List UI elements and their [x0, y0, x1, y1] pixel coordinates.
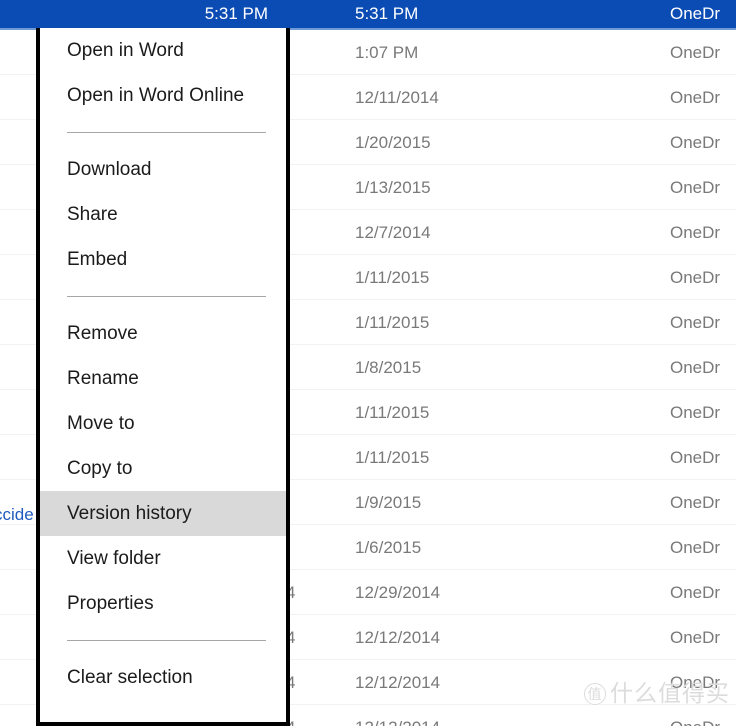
cell-shared-date: 12/7/2014 — [355, 223, 431, 242]
watermark: 值什么值得买 — [584, 674, 730, 708]
menu-item-open-in-word[interactable]: Open in Word — [40, 28, 286, 73]
cell-shared-date: 1:07 PM — [355, 43, 419, 62]
cell-shared-date: 1/11/2015 — [355, 313, 430, 332]
menu-item-remove[interactable]: Remove — [40, 311, 286, 356]
cell-source: OneDr — [670, 133, 721, 152]
menu-item-clear-selection[interactable]: Clear selection — [40, 655, 286, 700]
list-header-row: 5:31 PM 5:31 PM OneDr — [0, 0, 736, 28]
cell-source: OneDr — [670, 43, 721, 62]
menu-spacer — [40, 282, 286, 296]
file-name-link[interactable]: ccide — [0, 505, 34, 525]
menu-item-properties[interactable]: Properties — [40, 581, 286, 626]
cell-shared-date: 1/11/2015 — [355, 403, 430, 422]
watermark-logo-icon: 值 — [584, 683, 606, 705]
menu-item-embed[interactable]: Embed — [40, 237, 286, 282]
cell-shared-date: 12/12/2014 — [355, 673, 441, 692]
cell-source: OneDr — [670, 583, 721, 602]
menu-item-open-in-word-online[interactable]: Open in Word Online — [40, 73, 286, 118]
watermark-text: 什么值得买 — [610, 680, 730, 706]
column-header-shared-time[interactable]: 5:31 PM — [355, 0, 418, 28]
cell-shared-date: 1/20/2015 — [355, 133, 431, 152]
menu-spacer — [40, 118, 286, 132]
cell-shared-date: 12/29/2014 — [355, 583, 441, 602]
cell-source: OneDr — [670, 88, 721, 107]
menu-spacer — [40, 133, 286, 147]
cell-source: OneDr — [670, 313, 721, 332]
cell-source: OneDr — [670, 628, 721, 647]
cell-shared-date: 1/8/2015 — [355, 358, 422, 377]
cell-source: OneDr — [670, 223, 721, 242]
column-header-modified-time[interactable]: 5:31 PM — [168, 0, 268, 28]
cell-shared-date: 1/6/2015 — [355, 538, 422, 557]
menu-item-download[interactable]: Download — [40, 147, 286, 192]
context-menu[interactable]: Open in Word Open in Word Online Download S… — [36, 28, 290, 726]
cell-source: OneDr — [670, 538, 721, 557]
cell-source: OneDr — [670, 268, 721, 287]
menu-spacer — [40, 297, 286, 311]
cell-shared-date: 1/13/2015 — [355, 178, 431, 197]
screen-root: 5:31 PM 5:31 PM OneDr 1:07 PM OneDr 12/11/… — [0, 0, 736, 726]
cell-shared-date: 12/12/2014 — [355, 705, 440, 726]
column-header-source[interactable]: OneDr — [670, 0, 720, 28]
cell-source: OneDr — [670, 178, 721, 197]
cell-shared-date: 12/11/2014 — [355, 88, 439, 107]
cell-source: OneDr — [670, 358, 721, 377]
menu-item-copy-to[interactable]: Copy to — [40, 446, 286, 491]
menu-item-rename[interactable]: Rename — [40, 356, 286, 401]
cell-shared-date: 1/11/2015 — [355, 448, 430, 467]
menu-spacer — [40, 626, 286, 640]
menu-item-share[interactable]: Share — [40, 192, 286, 237]
cell-shared-date: 1/11/2015 — [355, 268, 430, 287]
menu-spacer — [40, 641, 286, 655]
cell-source: OneDr — [670, 705, 720, 726]
menu-item-move-to[interactable]: Move to — [40, 401, 286, 446]
menu-item-version-history[interactable]: Version history — [40, 491, 286, 536]
menu-item-view-folder[interactable]: View folder — [40, 536, 286, 581]
cell-shared-date: 12/12/2014 — [355, 628, 441, 647]
cell-shared-date: 1/9/2015 — [355, 493, 422, 512]
cell-source: OneDr — [670, 493, 721, 512]
cell-source: OneDr — [670, 403, 721, 422]
cell-source: OneDr — [670, 448, 721, 467]
